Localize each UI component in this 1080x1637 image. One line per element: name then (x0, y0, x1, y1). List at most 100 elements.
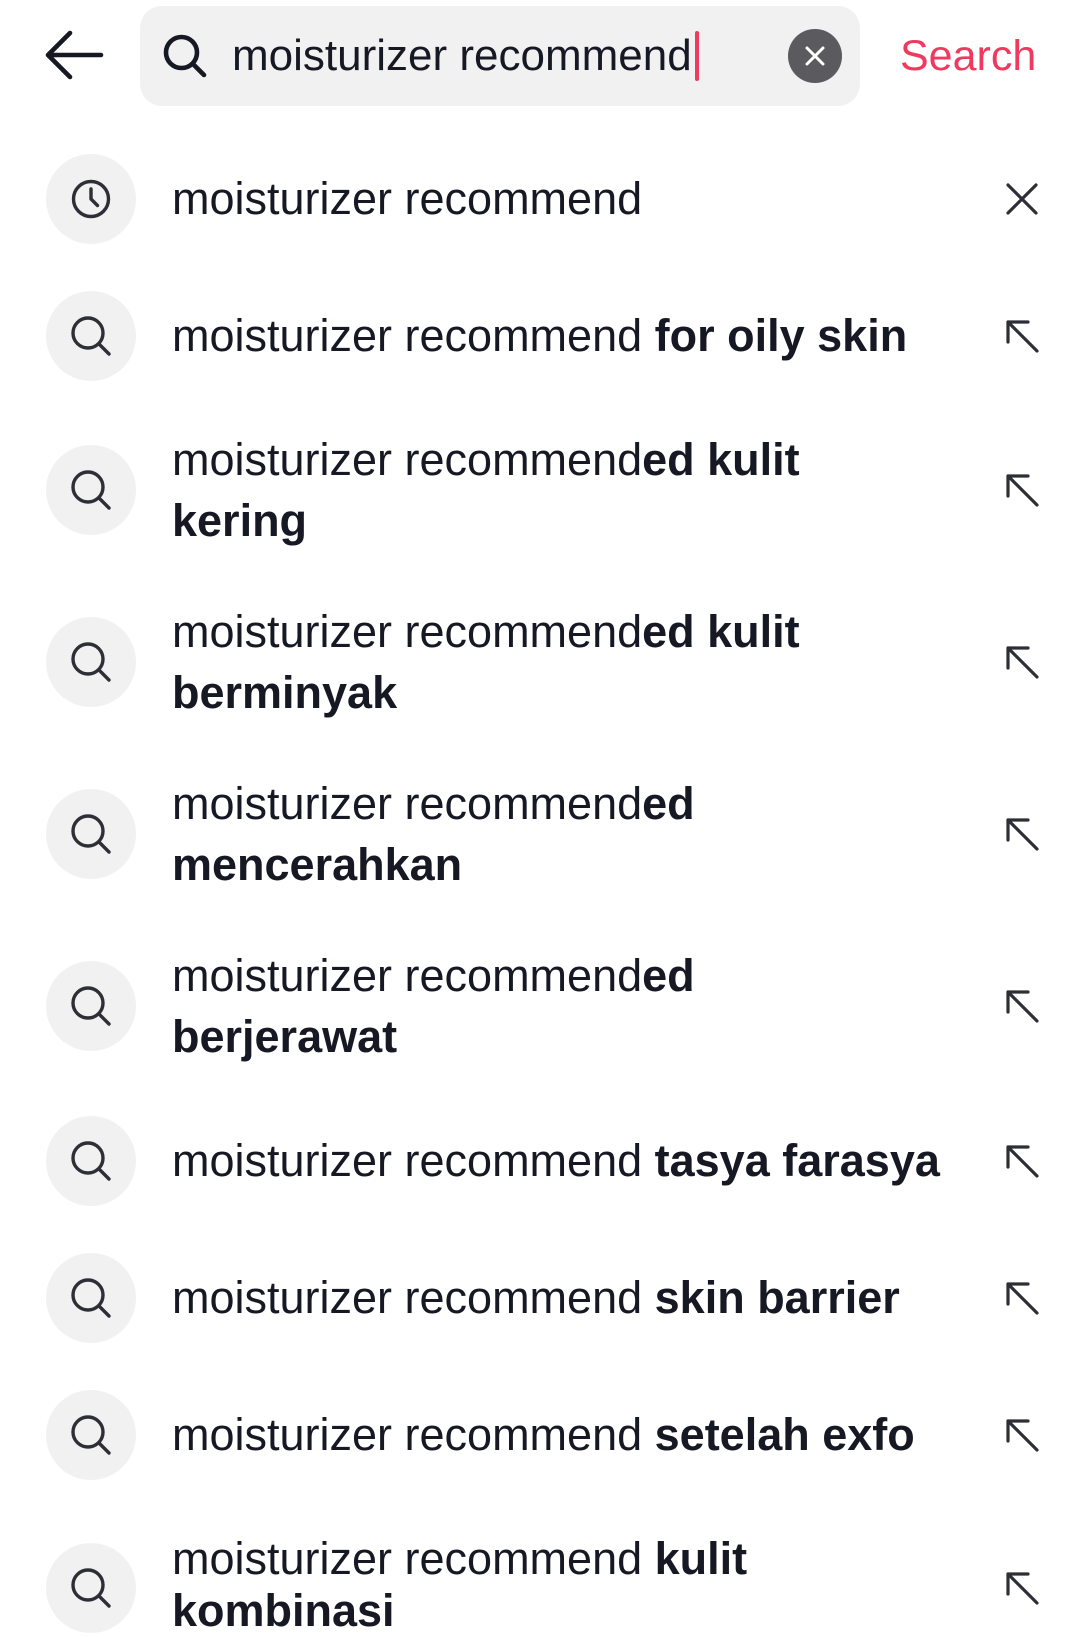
fill-suggestion-button[interactable] (1004, 816, 1040, 852)
suggestion-icon-badge (46, 617, 136, 707)
suggestion-item[interactable]: moisturizer recommend skin barrier (0, 1229, 1080, 1366)
suggestion-text: moisturizer recommended mencerahkan (172, 773, 962, 895)
clock-icon (69, 177, 113, 221)
suggestion-completion-line2: mencerahkan (172, 839, 463, 890)
suggestion-completion: ed (642, 950, 695, 1001)
suggestion-item[interactable]: moisturizer recommended kulit berminyak (0, 576, 1080, 748)
suggestion-text: moisturizer recommend skin barrier (172, 1267, 962, 1328)
suggestion-item[interactable]: moisturizer recommended mencerahkan (0, 748, 1080, 920)
suggestion-completion-line2: berminyak (172, 667, 398, 718)
history-query: moisturizer recommend (172, 173, 643, 224)
fill-suggestion-button[interactable] (1004, 1280, 1040, 1316)
suggestion-query: moisturizer recommend (172, 1135, 643, 1186)
arrow-up-left-icon (1004, 816, 1040, 852)
suggestion-line: mencerahkan (172, 834, 962, 895)
arrow-up-left-icon (1004, 644, 1040, 680)
search-icon (69, 640, 113, 684)
search-icon (69, 1139, 113, 1183)
suggestion-query: moisturizer recommend (172, 310, 643, 361)
search-button[interactable]: Search (900, 6, 1036, 106)
arrow-up-left-icon (1004, 472, 1040, 508)
search-icon (69, 314, 113, 358)
suggestion-item[interactable]: moisturizer recommend setelah exfo (0, 1366, 1080, 1503)
suggestion-text: moisturizer recommend tasya farasya (172, 1130, 962, 1191)
suggestion-line: kering (172, 490, 962, 551)
suggestion-query: moisturizer recommend (172, 1272, 643, 1323)
suggestion-completion: kulit (642, 1533, 748, 1584)
search-field[interactable]: moisturizer recommend (140, 6, 860, 106)
fill-suggestion-button[interactable] (1004, 1417, 1040, 1453)
suggestion-icon-badge (46, 290, 136, 381)
suggestion-query: moisturizer recommend (172, 950, 643, 1001)
suggestion-line: berjerawat (172, 1006, 962, 1067)
suggestion-completion: ed kulit (642, 434, 800, 485)
suggestion-item[interactable]: moisturizer recommend kulit kombinasi (0, 1503, 1080, 1637)
search-field-icon-wrap (161, 32, 209, 80)
search-icon (69, 1276, 113, 1320)
suggestion-text: moisturizer recommend for oily skin (172, 305, 962, 366)
suggestion-line: moisturizer recommend kulit (172, 1533, 962, 1585)
search-icon (69, 468, 113, 512)
suggestion-completion: for oily skin (642, 310, 908, 361)
suggestion-completion: ed kulit (642, 606, 800, 657)
clear-search-button[interactable] (788, 29, 842, 83)
arrow-up-left-icon (1004, 1280, 1040, 1316)
suggestion-line: moisturizer recommend skin barrier (172, 1267, 962, 1328)
suggestion-query: moisturizer recommend (172, 1409, 643, 1460)
suggestion-text: moisturizer recommend setelah exfo (172, 1404, 962, 1465)
suggestion-completion: ed (642, 778, 695, 829)
fill-suggestion-button[interactable] (1004, 644, 1040, 680)
arrow-up-left-icon (1004, 1570, 1040, 1606)
history-text: moisturizer recommend (172, 168, 962, 229)
suggestion-item[interactable]: moisturizer recommend tasya farasya (0, 1092, 1080, 1229)
suggestion-line: moisturizer recommended kulit (172, 429, 962, 490)
fill-suggestion-button[interactable] (1004, 318, 1040, 354)
search-input[interactable]: moisturizer recommend (232, 6, 772, 106)
fill-suggestion-button[interactable] (1004, 1570, 1040, 1606)
suggestion-text: moisturizer recommended kulit berminyak (172, 601, 962, 723)
suggestion-line: moisturizer recommended (172, 773, 962, 834)
suggestion-icon-badge (46, 1543, 136, 1633)
suggestion-icon-badge (46, 1115, 136, 1206)
remove-history-button[interactable] (1004, 181, 1040, 217)
suggestion-text: moisturizer recommend kulit kombinasi (172, 1533, 962, 1637)
suggestion-item[interactable]: moisturizer recommend for oily skin (0, 267, 1080, 404)
suggestion-icon-badge (46, 445, 136, 535)
suggestion-line: kombinasi (172, 1585, 962, 1637)
suggestion-item[interactable]: moisturizer recommended kulit kering (0, 404, 1080, 576)
suggestion-query: moisturizer recommend (172, 606, 643, 657)
suggestion-line: moisturizer recommended kulit (172, 601, 962, 662)
suggestion-item[interactable]: moisturizer recommended berjerawat (0, 920, 1080, 1092)
arrow-left-icon (45, 30, 104, 80)
suggestion-query: moisturizer recommend (172, 434, 643, 485)
fill-suggestion-button[interactable] (1004, 472, 1040, 508)
suggestion-text: moisturizer recommended kulit kering (172, 429, 962, 551)
suggestion-completion-line2: kering (172, 495, 308, 546)
search-query-text: moisturizer recommend (232, 31, 692, 80)
clear-circle-icon (805, 46, 825, 66)
text-caret (694, 31, 699, 81)
back-button[interactable] (44, 25, 106, 85)
history-text-line: moisturizer recommend (172, 168, 962, 229)
arrow-up-left-icon (1004, 318, 1040, 354)
history-icon-badge (46, 153, 136, 244)
suggestion-completion-line2: kombinasi (172, 1585, 395, 1636)
suggestion-completion: setelah exfo (642, 1409, 915, 1460)
search-header: moisturizer recommend Search (0, 0, 1080, 130)
suggestion-icon-badge (46, 1252, 136, 1343)
fill-suggestion-button[interactable] (1004, 1143, 1040, 1179)
arrow-up-left-icon (1004, 1417, 1040, 1453)
search-icon (69, 984, 113, 1028)
history-item[interactable]: moisturizer recommend (0, 130, 1080, 267)
suggestion-completion-line2: berjerawat (172, 1011, 398, 1062)
suggestion-icon-badge (46, 961, 136, 1051)
suggestion-query: moisturizer recommend (172, 1533, 643, 1584)
suggestion-line: moisturizer recommend for oily skin (172, 305, 962, 366)
suggestion-line: moisturizer recommend setelah exfo (172, 1404, 962, 1465)
fill-suggestion-button[interactable] (1004, 988, 1040, 1024)
search-icon (69, 1566, 113, 1610)
suggestion-completion: tasya farasya (642, 1135, 940, 1186)
suggestion-icon-badge (46, 789, 136, 879)
arrow-up-left-icon (1004, 1143, 1040, 1179)
close-icon (1004, 181, 1040, 217)
